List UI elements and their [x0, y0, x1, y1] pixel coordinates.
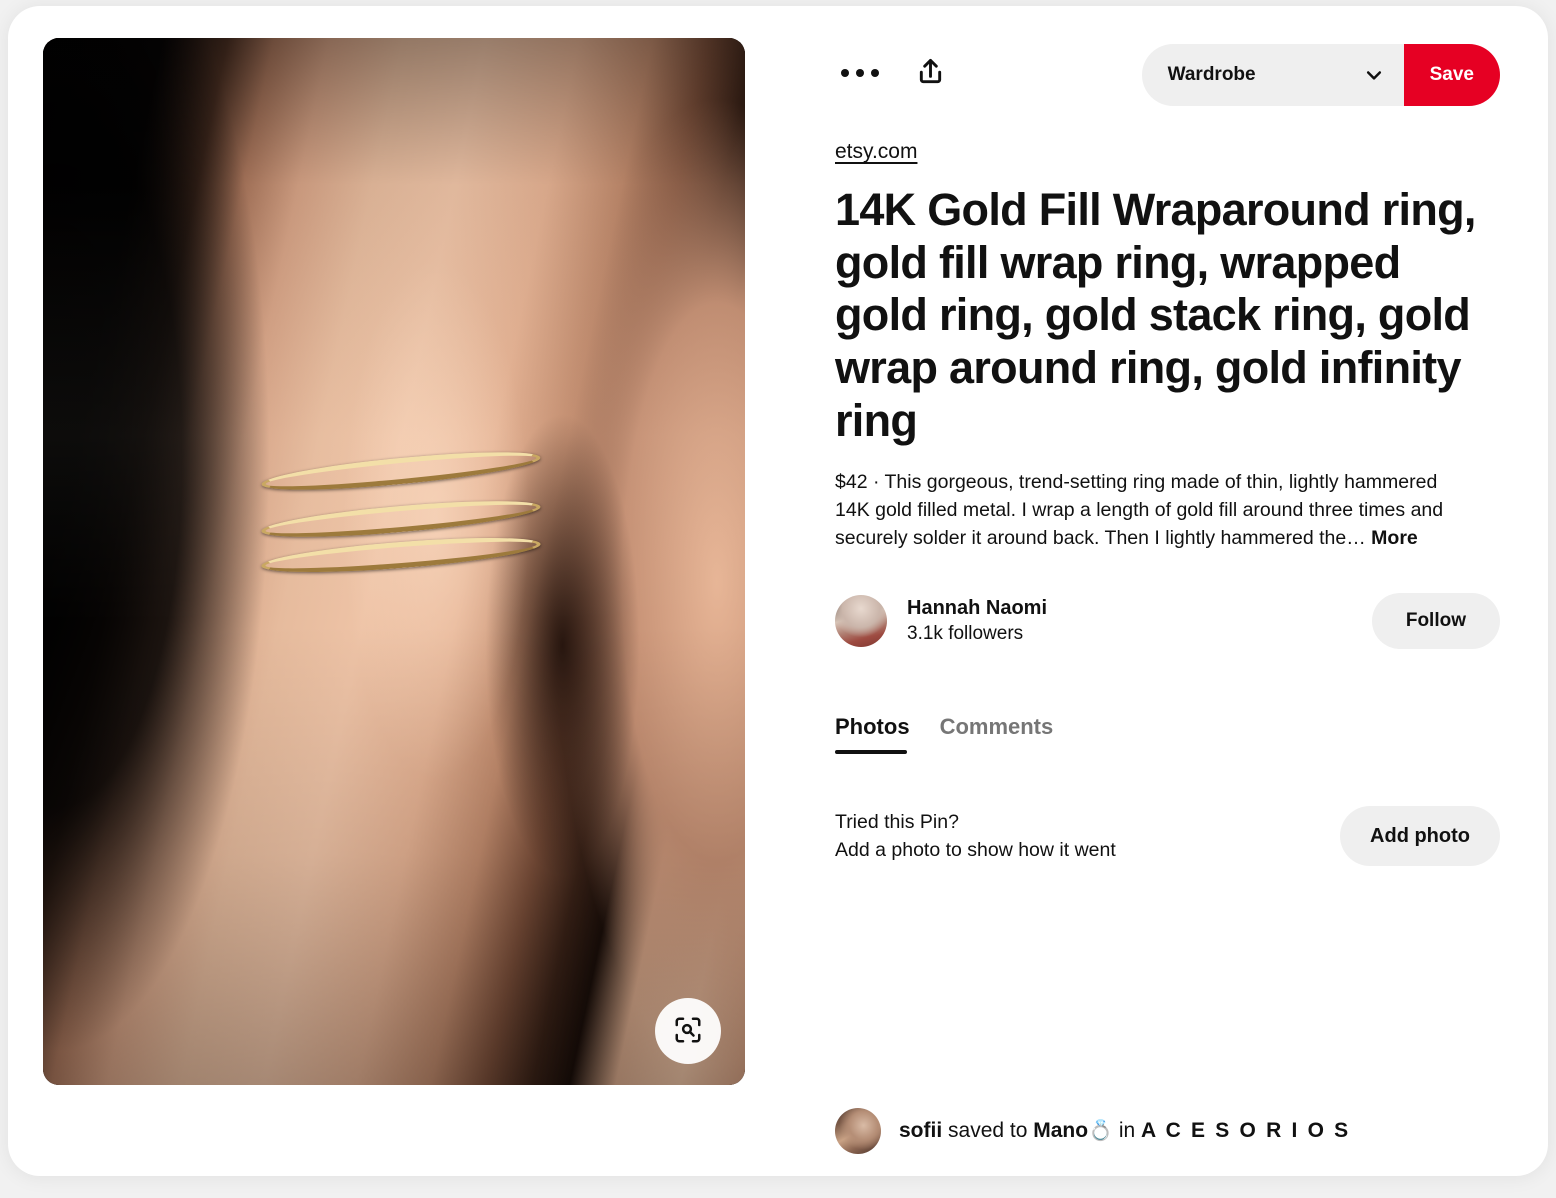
board-selector-dropdown[interactable]: Wardrobe	[1141, 44, 1404, 106]
pin-detail-panel: Wardrobe Save etsy.com 14K Gold Fill Wra…	[835, 38, 1500, 1154]
saver-attribution-text: sofii saved to Mano💍 in A C E S O R I O …	[899, 1117, 1350, 1144]
creator-info: Hannah Naomi 3.1k followers	[907, 595, 1047, 647]
pin-title: 14K Gold Fill Wraparound ring, gold fill…	[835, 184, 1476, 446]
saver-board-secondary[interactable]: A C E S O R I O S	[1141, 1119, 1350, 1142]
pin-description-text: $42 · This gorgeous, trend-setting ring …	[835, 471, 1444, 549]
description-more-link[interactable]: More	[1371, 527, 1418, 549]
ellipsis-icon	[841, 69, 879, 77]
visual-search-icon	[673, 1015, 703, 1048]
visual-search-button[interactable]	[655, 998, 721, 1064]
ring-emoji-icon: 💍	[1088, 1120, 1113, 1143]
saver-action: saved to	[948, 1119, 1028, 1143]
saver-connector: in	[1118, 1119, 1136, 1143]
share-icon	[916, 57, 945, 89]
share-button[interactable]	[905, 51, 955, 95]
creator-name[interactable]: Hannah Naomi	[907, 595, 1047, 621]
saver-board-primary[interactable]: Mano	[1033, 1119, 1088, 1142]
more-options-button[interactable]	[837, 53, 883, 93]
add-photo-button[interactable]: Add photo	[1340, 806, 1500, 867]
creator-row: Hannah Naomi 3.1k followers Follow	[835, 590, 1500, 652]
pin-description: $42 · This gorgeous, trend-setting ring …	[835, 469, 1475, 552]
pin-closeup-card: Wardrobe Save etsy.com 14K Gold Fill Wra…	[8, 6, 1548, 1176]
tab-photos[interactable]: Photos	[835, 714, 910, 755]
source-domain-link[interactable]: etsy.com	[835, 140, 917, 164]
saver-attribution-row: sofii saved to Mano💍 in A C E S O R I O …	[835, 1108, 1350, 1154]
save-button[interactable]: Save	[1403, 44, 1500, 106]
saver-name[interactable]: sofii	[899, 1119, 942, 1142]
creator-avatar[interactable]	[835, 595, 887, 648]
saver-avatar[interactable]	[835, 1108, 881, 1154]
chevron-down-icon	[1364, 65, 1384, 85]
tried-this-title: Tried this Pin?	[835, 811, 959, 833]
content-tabs: Photos Comments	[835, 714, 1500, 755]
tab-comments[interactable]: Comments	[940, 714, 1054, 754]
board-selector-label: Wardrobe	[1167, 64, 1256, 85]
creator-follower-count: 3.1k followers	[907, 623, 1024, 645]
save-control-group: Wardrobe Save	[1141, 44, 1500, 106]
tried-this-pin-row: Tried this Pin? Add a photo to show how …	[835, 806, 1500, 867]
tried-this-subtitle: Add a photo to show how it went	[835, 839, 1116, 862]
pin-image-container[interactable]	[43, 38, 745, 1085]
pin-action-bar: Wardrobe Save	[835, 38, 1500, 108]
tried-this-text: Tried this Pin? Add a photo to show how …	[835, 808, 1116, 865]
follow-button[interactable]: Follow	[1371, 593, 1500, 650]
